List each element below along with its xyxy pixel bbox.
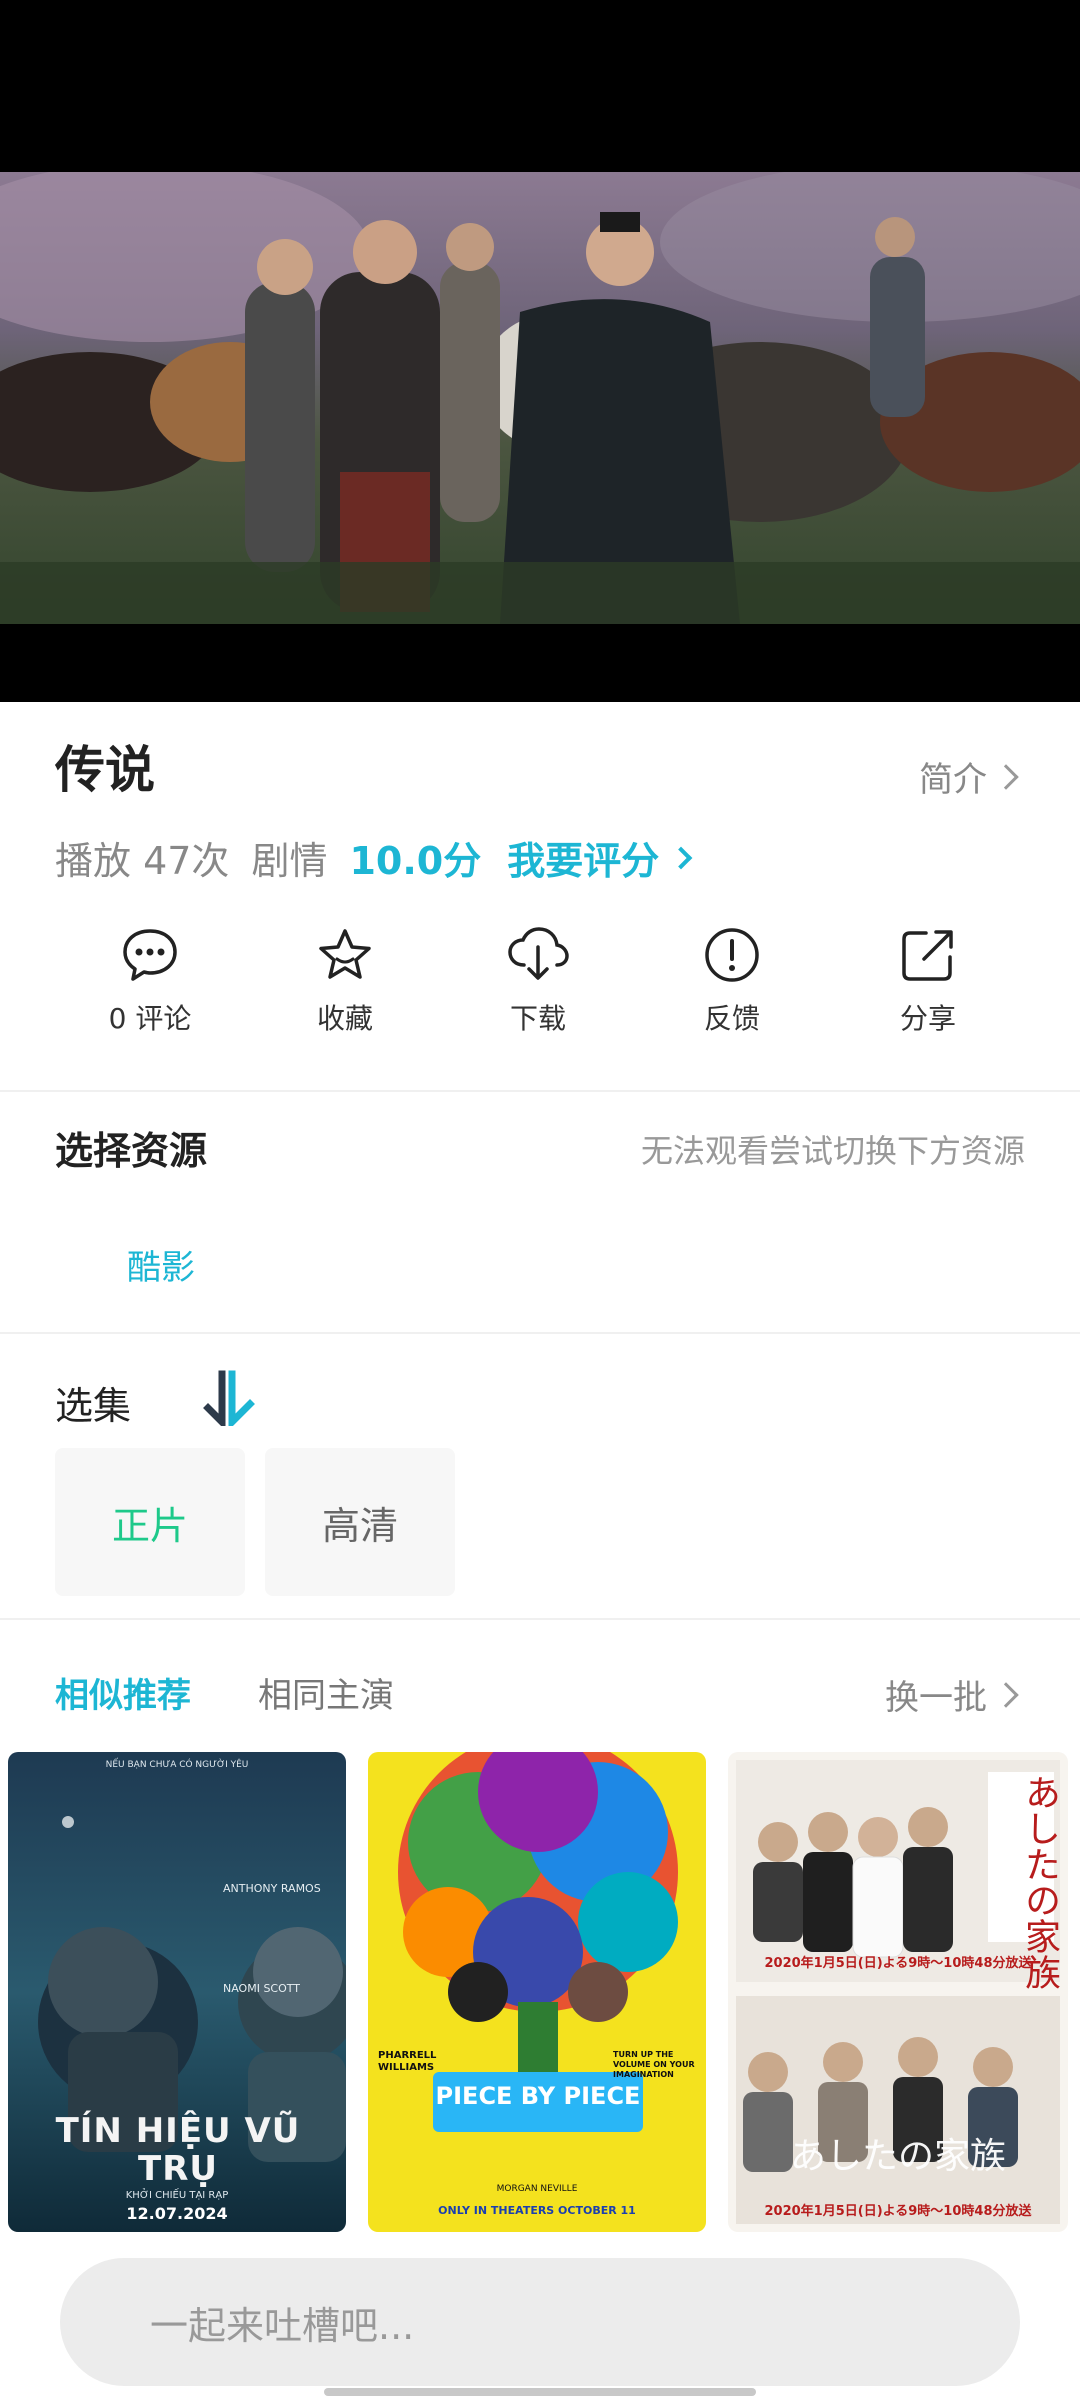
feedback-button[interactable]: 反馈 [652,925,812,1037]
episode-item[interactable]: 高清 [265,1448,455,1596]
favorite-label: 收藏 [316,1002,373,1035]
episodes-title: 选集 [55,1384,132,1428]
chevron-right-icon [993,763,1019,790]
star-icon [319,929,371,979]
divider [0,1332,1080,1334]
source-hint: 无法观看尝试切换下方资源 [640,1132,1025,1170]
source-item-kuying[interactable]: 酷影 [127,1240,195,1289]
comment-label: 0 评论 [108,1002,192,1035]
score: 10.0分 [349,839,482,883]
video-meta: 播放 47次 剧情 10.0分 我要评分 [55,830,693,885]
feedback-label: 反馈 [703,1002,760,1035]
divider [0,1090,1080,1092]
share-label: 分享 [899,1002,956,1035]
episode-item[interactable]: 正片 [55,1448,245,1596]
share-icon [902,930,953,981]
play-count: 播放 47次 [55,839,230,883]
comment-icon [123,929,177,981]
download-button[interactable]: 下载 [458,925,618,1037]
poster-date: 12.07.2024 [126,2204,228,2223]
sort-order-icon[interactable] [200,1370,256,1426]
video-frame[interactable] [0,172,1080,624]
source-section-title: 选择资源 [55,1129,208,1173]
comment-button[interactable]: 0 评论 [70,925,230,1037]
poster-director: MORGAN NEVILLE [496,2184,578,2194]
video-scene-image [0,172,1080,624]
poster-cast-name: NAOMI SCOTT [223,1982,301,1995]
tab-same-cast[interactable]: 相同主演 [258,1668,394,1717]
share-button[interactable]: 分享 [848,925,1008,1037]
poster-title: TÍN HIỆU VŨ TRỤ [55,2111,301,2189]
intro-label: 简介 [919,760,987,800]
intro-link[interactable]: 简介 [919,752,1019,801]
poster-release: ONLY IN THEATERS OCTOBER 11 [438,2204,636,2217]
divider [0,1618,1080,1620]
comment-input[interactable]: 一起来吐槽吧... [60,2258,1020,2386]
refresh-batch-label: 换一批 [885,1678,987,1718]
alert-icon [705,928,759,982]
poster-airtime: 2020年1月5日(日)よる9時～10時48分放送 [764,2204,1032,2219]
poster-title: PIECE BY PIECE [435,2082,641,2110]
poster-tagline: TURN UP THE VOLUME ON YOUR IMAGINATION [613,2050,695,2079]
favorite-button[interactable]: 收藏 [265,925,425,1037]
video-player[interactable] [0,0,1080,702]
poster-title: あしたの家族 [789,2136,1006,2177]
poster-image [368,1752,706,2232]
chevron-right-icon[interactable] [669,846,693,869]
chevron-right-icon [993,1681,1019,1708]
poster-cast-name: ANTHONY RAMOS [223,1882,321,1895]
rate-button[interactable]: 我要评分 [507,830,659,885]
video-title: 传说 [55,741,155,799]
poster-airtime: 2020年1月5日(日)よる9時～10時48分放送 [764,1956,1032,1971]
action-bar: 0 评论 收藏 下载 反馈 分享 [0,925,1080,1055]
home-indicator[interactable] [324,2388,756,2396]
poster-cast-name: PHARRELL WILLIAMS [378,2050,437,2073]
cloud-download-icon [508,927,569,980]
poster-card[interactable]: NẾU BẠN CHƯA CÓ NGƯỜI YÊU ANTHONY RAMOS … [8,1752,346,2232]
refresh-batch-button[interactable]: 换一批 [885,1670,1019,1719]
poster-card[interactable]: PHARRELL WILLIAMS TURN UP THE VOLUME ON … [368,1752,706,2232]
download-label: 下载 [509,1002,566,1035]
poster-top-text: NẾU BẠN CHƯA CÓ NGƯỜI YÊU [105,1760,249,1770]
genre: 剧情 [251,839,328,883]
poster-subtitle: KHỞI CHIẾU TẠI RẠP [125,2190,229,2201]
poster-card[interactable]: あしたの家族 2020年1月5日(日)よる9時～10時48分放送 あしたの家族 … [728,1752,1068,2232]
tab-similar[interactable]: 相似推荐 [55,1668,191,1717]
